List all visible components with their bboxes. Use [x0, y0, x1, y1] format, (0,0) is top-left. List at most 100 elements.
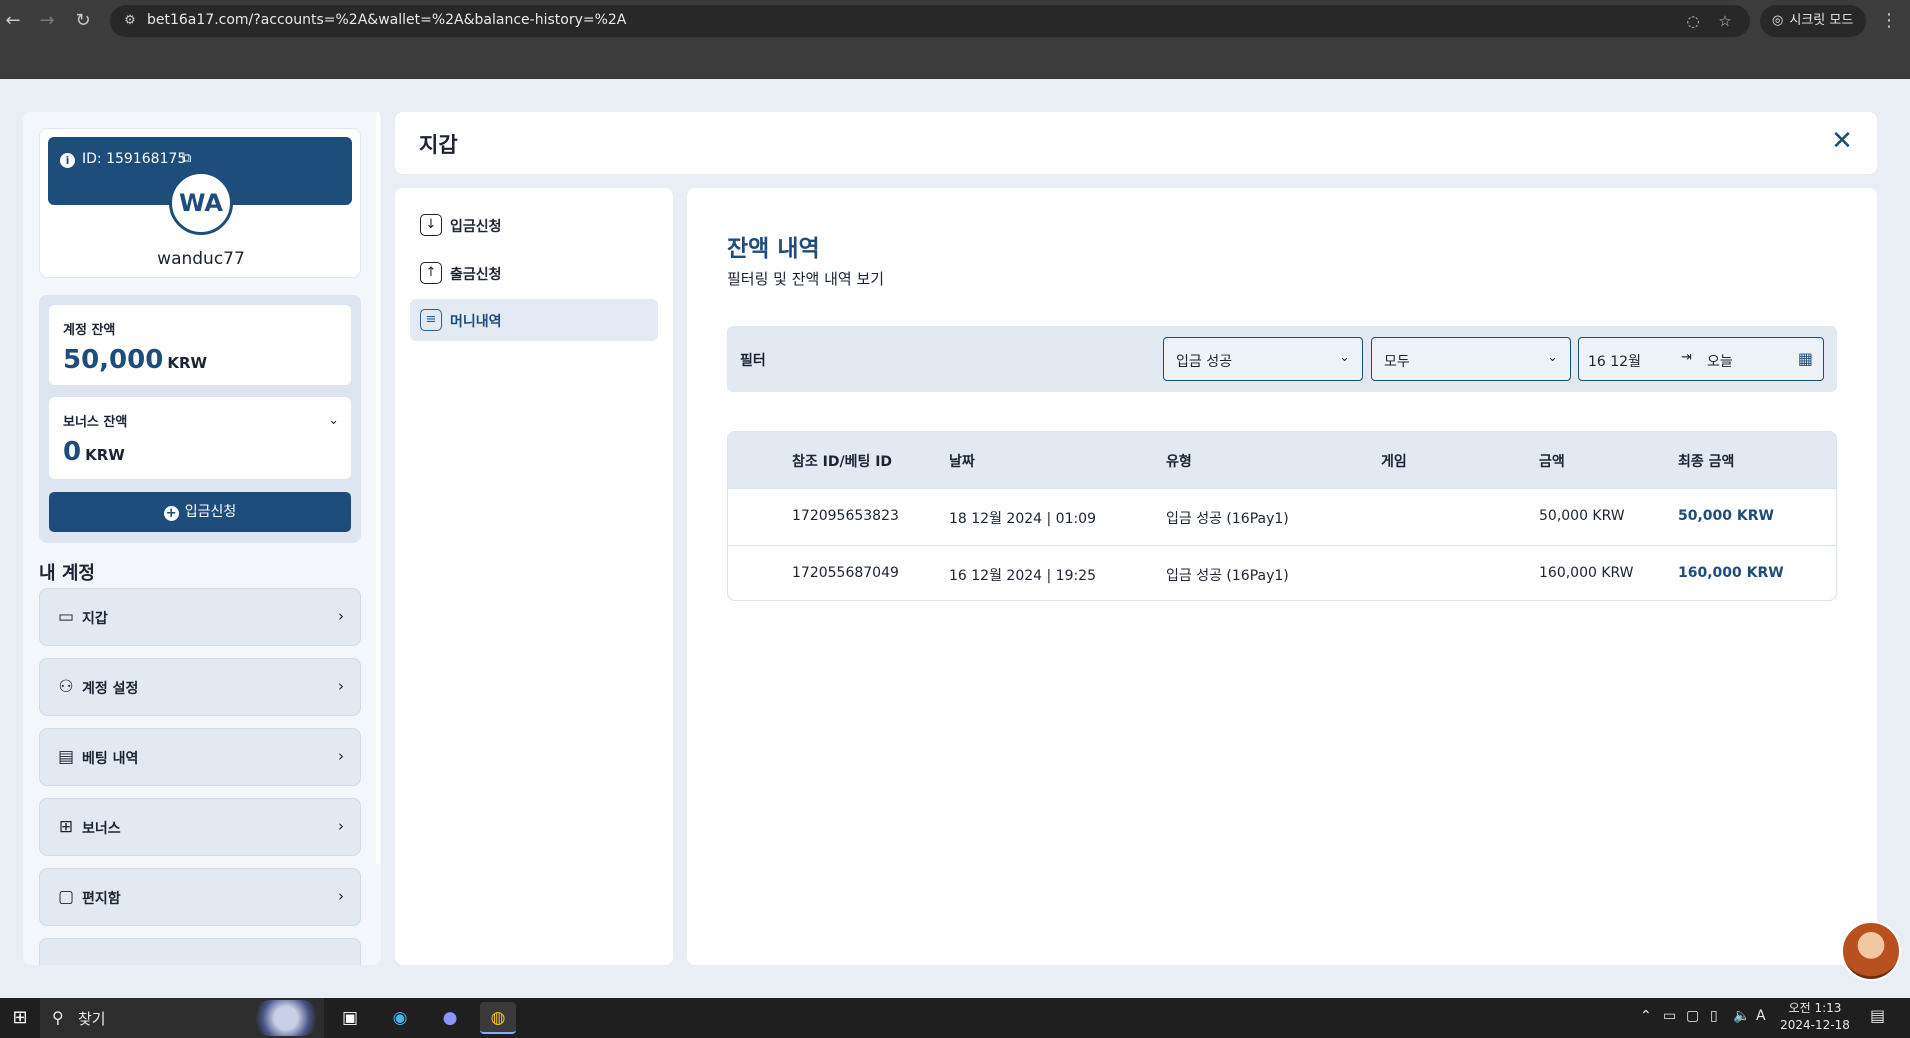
cell-type: 입금 성공 (16Pay1) — [1166, 511, 1289, 527]
incognito-badge[interactable]: ◎ 시크릿 모드 — [1760, 5, 1866, 37]
windows-start-icon[interactable]: ⊞ — [4, 1002, 36, 1034]
address-bar[interactable]: ⚙ bet16a17.com/?accounts=%2A&wallet=%2A&… — [110, 5, 1750, 37]
sidebar-scrollbar[interactable] — [376, 112, 380, 864]
menu-item-label: 지갑 — [82, 611, 108, 627]
task-view-icon[interactable]: ▣ — [332, 1002, 368, 1034]
tray-display-icon[interactable]: ▢ — [1686, 1008, 1699, 1024]
tray-chevron-up-icon[interactable]: ⌃ — [1640, 1008, 1652, 1024]
system-clock[interactable]: 오전 1:13 2024-12-18 — [1770, 1000, 1860, 1034]
filter-label: 필터 — [740, 353, 766, 369]
my-account-title: 내 계정 — [39, 563, 95, 584]
user-settings-icon: ⚇ — [58, 677, 74, 697]
calendar-icon[interactable]: ▦ — [1798, 349, 1813, 368]
menu-item-bonus[interactable]: ⊞ 보너스 › — [39, 798, 361, 856]
chevron-down-icon[interactable]: ⌄ — [328, 413, 339, 428]
account-balance-amount: 50,000 KRW — [63, 345, 207, 375]
table-header: 참조 ID/베팅 ID 날짜 유형 게임 금액 최종 금액 — [728, 432, 1836, 488]
chevron-right-icon: › — [338, 747, 344, 765]
column-header: 참조 ID/베팅 ID — [792, 454, 893, 470]
balance-section: 계정 잔액 50,000 KRW 보너스 잔액 ⌄ 0 KRW + 입금신청 — [39, 295, 361, 543]
taskbar-search[interactable]: ⚲ 찾기 — [40, 998, 324, 1038]
chevron-right-icon: › — [338, 607, 344, 625]
incognito-icon: ◎ — [1772, 13, 1784, 28]
page-subtitle: 필터링 및 잔액 내역 보기 — [727, 270, 885, 288]
discord-icon[interactable]: ● — [432, 1002, 468, 1034]
deposit-button-label: 입금신청 — [184, 504, 237, 520]
site-settings-icon[interactable]: ⚙ — [120, 11, 140, 31]
receipt-icon: ▤ — [57, 747, 75, 767]
tray-volume-icon[interactable]: 🔈 — [1733, 1008, 1750, 1024]
chrome-icon[interactable]: ◍ — [480, 1002, 516, 1034]
support-avatar[interactable] — [1841, 921, 1901, 981]
column-header: 유형 — [1166, 454, 1192, 470]
tray-device-icon[interactable]: ▭ — [1663, 1008, 1676, 1024]
message-icon: ▢ — [57, 887, 75, 907]
clock-date: 2024-12-18 — [1780, 1018, 1850, 1032]
search-highlight-image — [252, 1000, 320, 1036]
bonus-balance-card[interactable]: 보너스 잔액 ⌄ 0 KRW — [49, 397, 351, 479]
wallet-nav-deposit[interactable]: ↓ 입금신청 — [410, 204, 658, 246]
wallet-nav: ↓ 입금신청 ↑ 출금신청 ≡ 머니내역 — [395, 188, 673, 965]
reload-icon[interactable]: ↻ — [70, 8, 96, 34]
bonus-balance-currency: KRW — [85, 446, 125, 464]
username: wanduc77 — [157, 249, 245, 269]
account-balance-label: 계정 잔액 — [63, 323, 116, 338]
copy-icon[interactable]: ⧉ — [182, 151, 191, 166]
type-select[interactable]: 모두 ⌄ — [1371, 337, 1571, 381]
chevron-right-icon: › — [338, 887, 344, 905]
date-range-picker[interactable]: 16 12월 ⇥ 오늘 ▦ — [1578, 337, 1824, 381]
document-icon: ≡ — [420, 309, 442, 331]
column-header: 날짜 — [949, 454, 975, 470]
url-text[interactable]: bet16a17.com/?accounts=%2A&wallet=%2A&ba… — [147, 12, 626, 28]
menu-item-account-settings[interactable]: ⚇ 계정 설정 › — [39, 658, 361, 716]
page-title: 잔액 내역 — [727, 236, 820, 262]
plus-circle-icon: + — [163, 506, 179, 521]
browser-menu-icon[interactable]: ⋮ — [1876, 8, 1902, 34]
bonus-balance-amount: 0 KRW — [63, 437, 125, 467]
cell-ref: 172055687049 — [792, 565, 899, 581]
wallet-icon: ▭ — [57, 607, 75, 627]
forward-icon[interactable]: → — [34, 8, 60, 34]
account-balance-card: 계정 잔액 50,000 KRW — [49, 305, 351, 385]
back-icon[interactable]: ← — [0, 8, 26, 34]
wallet-nav-label: 출금신청 — [450, 267, 502, 283]
wallet-nav-withdraw[interactable]: ↑ 출금신청 — [410, 252, 658, 294]
status-select[interactable]: 입금 성공 ⌄ — [1163, 337, 1363, 381]
menu-item-label: 보너스 — [82, 821, 121, 837]
bonus-balance-label: 보너스 잔액 — [63, 415, 128, 430]
cell-final-amount: 50,000 KRW — [1678, 508, 1774, 524]
user-id: ID: 159168175 — [82, 151, 187, 167]
wallet-nav-money-history[interactable]: ≡ 머니내역 — [410, 299, 658, 341]
notification-icon[interactable]: ▤ — [1870, 1006, 1885, 1025]
chevron-down-icon: ⌄ — [1547, 350, 1558, 365]
menu-item-wallet[interactable]: ▭ 지갑 › — [39, 588, 361, 646]
account-balance-currency: KRW — [167, 354, 208, 372]
taskbar-search-text: 찾기 — [78, 1010, 106, 1028]
edge-icon[interactable]: ◉ — [382, 1002, 418, 1034]
gift-icon: ⊞ — [58, 817, 74, 837]
menu-item-label: 편지함 — [82, 891, 121, 907]
wallet-nav-label: 머니내역 — [450, 314, 502, 330]
menu-item-betting-history[interactable]: ▤ 베팅 내역 › — [39, 728, 361, 786]
chevron-down-icon: ⌄ — [1339, 350, 1350, 365]
account-sidebar: i ID: 159168175 ⧉ WA wanduc77 계정 잔액 50,0… — [23, 112, 381, 965]
type-select-value: 모두 — [1384, 354, 1410, 370]
table-row: 172095653823 18 12월 2024 | 01:09 입금 성공 (… — [728, 488, 1836, 545]
cell-amount: 160,000 KRW — [1539, 565, 1634, 581]
chevron-right-icon: › — [338, 817, 344, 835]
download-icon: ↓ — [420, 214, 442, 236]
cell-amount: 50,000 KRW — [1539, 508, 1625, 524]
deposit-button[interactable]: + 입금신청 — [49, 492, 351, 532]
filter-bar: 필터 입금 성공 ⌄ 모두 ⌄ 16 12월 ⇥ 오늘 ▦ — [727, 326, 1837, 392]
tray-network-icon[interactable]: ▯ — [1710, 1008, 1718, 1024]
menu-item-partial[interactable] — [39, 938, 361, 965]
menu-item-inbox[interactable]: ▢ 편지함 › — [39, 868, 361, 926]
wallet-title: 지갑 — [419, 133, 458, 157]
close-icon[interactable]: ✕ — [1827, 126, 1857, 156]
star-icon[interactable]: ☆ — [1714, 10, 1736, 32]
account-balance-value: 50,000 — [63, 345, 164, 375]
cell-ref: 172095653823 — [792, 508, 899, 524]
bonus-balance-value: 0 — [63, 437, 82, 467]
eye-off-icon[interactable]: ◌ — [1682, 10, 1704, 32]
ime-indicator[interactable]: A — [1756, 1008, 1766, 1024]
